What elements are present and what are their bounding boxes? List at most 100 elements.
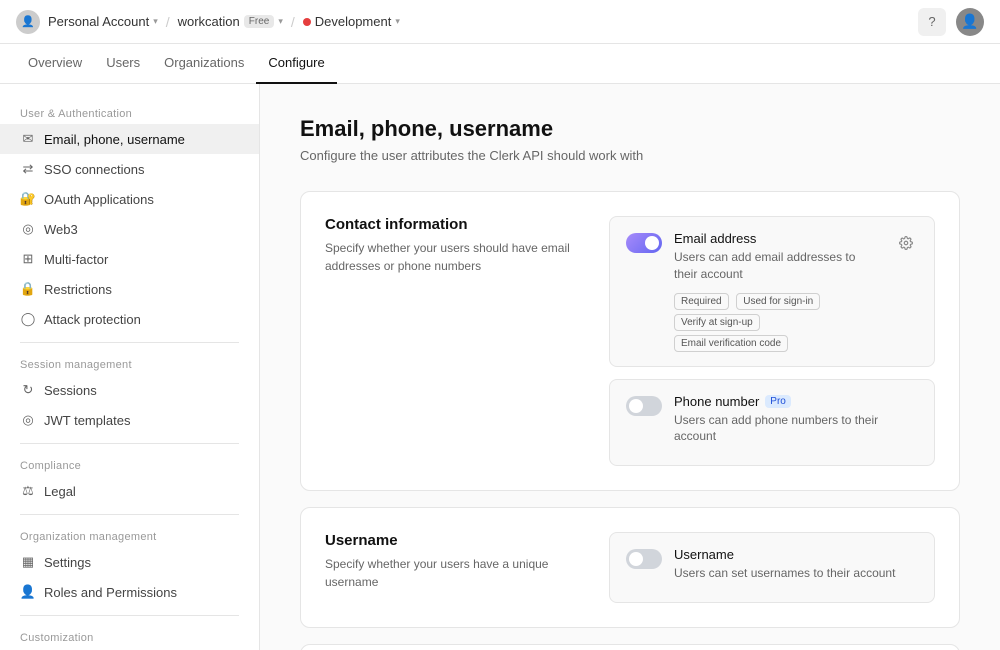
divider-3: [20, 514, 239, 515]
sidebar-section-title-compliance: Compliance: [0, 452, 259, 476]
divider-4: [20, 615, 239, 616]
sidebar-item-restrictions[interactable]: 🔒 Restrictions: [0, 274, 259, 304]
app-selector[interactable]: workcation Free ▾: [178, 14, 283, 29]
layout: User & Authentication ✉ Email, phone, us…: [0, 84, 1000, 650]
divider-1: [20, 342, 239, 343]
sidebar-section-title-session: Session management: [0, 351, 259, 375]
username-card-right: Username Users can set usernames to thei…: [609, 532, 935, 603]
username-row-title: Username: [674, 547, 918, 562]
env-dot: [303, 18, 311, 26]
legal-icon: ⚖: [20, 483, 36, 499]
phone-row-content: Phone number Pro Users can add phone num…: [674, 394, 918, 452]
help-icon: ?: [928, 14, 935, 29]
sidebar-item-oauth[interactable]: 🔐 OAuth Applications: [0, 184, 259, 214]
user-avatar[interactable]: 👤: [956, 8, 984, 36]
help-button[interactable]: ?: [918, 8, 946, 36]
phone-toggle-slider: [626, 396, 662, 416]
sidebar-item-email-phone[interactable]: ✉ Email, phone, username: [0, 124, 259, 154]
web3-icon: ◎: [20, 221, 36, 237]
env-chevron: ▾: [395, 16, 400, 27]
sidebar-item-jwt[interactable]: ◎ JWT templates: [0, 405, 259, 435]
sidebar-item-mfa[interactable]: ⊞ Multi-factor: [0, 244, 259, 274]
username-row: Username Users can set usernames to thei…: [609, 532, 935, 603]
email-row: Email address Users can add email addres…: [609, 216, 935, 367]
sidebar-section-title-custom: Customization: [0, 624, 259, 648]
sidebar-item-sessions[interactable]: ↻ Sessions: [0, 375, 259, 405]
phone-row: Phone number Pro Users can add phone num…: [609, 379, 935, 467]
auth-card: Authentication strategies Select the aut…: [300, 644, 960, 650]
env-name: Development: [315, 14, 392, 29]
restrictions-icon: 🔒: [20, 281, 36, 297]
sidebar-item-sso[interactable]: ⇄ SSO connections: [0, 154, 259, 184]
main-content: Email, phone, username Configure the use…: [260, 84, 1000, 650]
nav-users[interactable]: Users: [94, 44, 152, 84]
contact-card-title: Contact information: [325, 216, 585, 233]
user-avatar-icon: 👤: [961, 13, 978, 30]
attack-icon: ◯: [20, 311, 36, 327]
nav-organizations[interactable]: Organizations: [152, 44, 256, 84]
username-card-title: Username: [325, 532, 585, 549]
sidebar-section-title-user-auth: User & Authentication: [0, 100, 259, 124]
tag-verify: Verify at sign-up: [674, 314, 760, 331]
email-tags: Required Used for sign-in Verify at sign…: [674, 289, 882, 352]
phone-row-desc: Users can add phone numbers to their acc…: [674, 412, 918, 446]
username-card-left: Username Specify whether your users have…: [325, 532, 585, 603]
sec-nav: Overview Users Organizations Configure: [0, 44, 1000, 84]
page-title: Email, phone, username: [300, 116, 960, 142]
divider-2: [20, 443, 239, 444]
app-chevron: ▾: [278, 16, 283, 27]
account-chevron: ▾: [153, 16, 158, 27]
app-badge: Free: [244, 15, 275, 28]
sidebar-section-compliance: Compliance ⚖ Legal: [0, 452, 259, 506]
account-label: Personal Account: [48, 14, 149, 29]
pro-badge: Pro: [765, 395, 791, 408]
org-settings-icon: ▦: [20, 554, 36, 570]
sessions-icon: ↻: [20, 382, 36, 398]
env-selector[interactable]: Development ▾: [303, 14, 400, 29]
oauth-icon: 🔐: [20, 191, 36, 207]
sidebar-section-session: Session management ↻ Sessions ◎ JWT temp…: [0, 351, 259, 435]
mfa-icon: ⊞: [20, 251, 36, 267]
phone-row-title: Phone number Pro: [674, 394, 918, 409]
tag-email-code: Email verification code: [674, 335, 788, 352]
email-icon: ✉: [20, 131, 36, 147]
sidebar-item-roles[interactable]: 👤 Roles and Permissions: [0, 577, 259, 607]
sidebar-section-title-org: Organization management: [0, 523, 259, 547]
email-row-title: Email address: [674, 231, 882, 246]
contact-card-right: Email address Users can add email addres…: [609, 216, 935, 466]
top-bar-right: ? 👤: [918, 8, 984, 36]
page-subtitle: Configure the user attributes the Clerk …: [300, 148, 960, 163]
personal-account[interactable]: Personal Account ▾: [48, 14, 158, 29]
roles-icon: 👤: [20, 584, 36, 600]
nav-overview[interactable]: Overview: [16, 44, 94, 84]
username-toggle-slider: [626, 549, 662, 569]
contact-card-desc: Specify whether your users should have e…: [325, 239, 585, 275]
sidebar-item-org-settings[interactable]: ▦ Settings: [0, 547, 259, 577]
sidebar-section-user-auth: User & Authentication ✉ Email, phone, us…: [0, 100, 259, 334]
username-toggle[interactable]: [626, 549, 662, 569]
sidebar-item-web3[interactable]: ◎ Web3: [0, 214, 259, 244]
contact-card-left: Contact information Specify whether your…: [325, 216, 585, 466]
nav-configure[interactable]: Configure: [256, 44, 336, 84]
sep2: /: [291, 14, 295, 30]
username-row-desc: Users can set usernames to their account: [674, 565, 918, 582]
top-bar: 👤 Personal Account ▾ / workcation Free ▾…: [0, 0, 1000, 44]
username-card: Username Specify whether your users have…: [300, 507, 960, 628]
username-card-desc: Specify whether your users have a unique…: [325, 555, 585, 591]
personal-icon: 👤: [16, 10, 40, 34]
jwt-icon: ◎: [20, 412, 36, 428]
sidebar-item-legal[interactable]: ⚖ Legal: [0, 476, 259, 506]
email-toggle-slider: [626, 233, 662, 253]
sidebar-section-org: Organization management ▦ Settings 👤 Rol…: [0, 523, 259, 607]
contact-card: Contact information Specify whether your…: [300, 191, 960, 491]
email-toggle[interactable]: [626, 233, 662, 253]
email-row-desc: Users can add email addresses to their a…: [674, 249, 882, 283]
sidebar: User & Authentication ✉ Email, phone, us…: [0, 84, 260, 650]
app-name: workcation: [178, 14, 240, 29]
email-gear-button[interactable]: [894, 231, 918, 255]
sso-icon: ⇄: [20, 161, 36, 177]
phone-toggle[interactable]: [626, 396, 662, 416]
sidebar-item-attack[interactable]: ◯ Attack protection: [0, 304, 259, 334]
tag-required: Required: [674, 293, 729, 310]
tag-sign-in: Used for sign-in: [736, 293, 820, 310]
